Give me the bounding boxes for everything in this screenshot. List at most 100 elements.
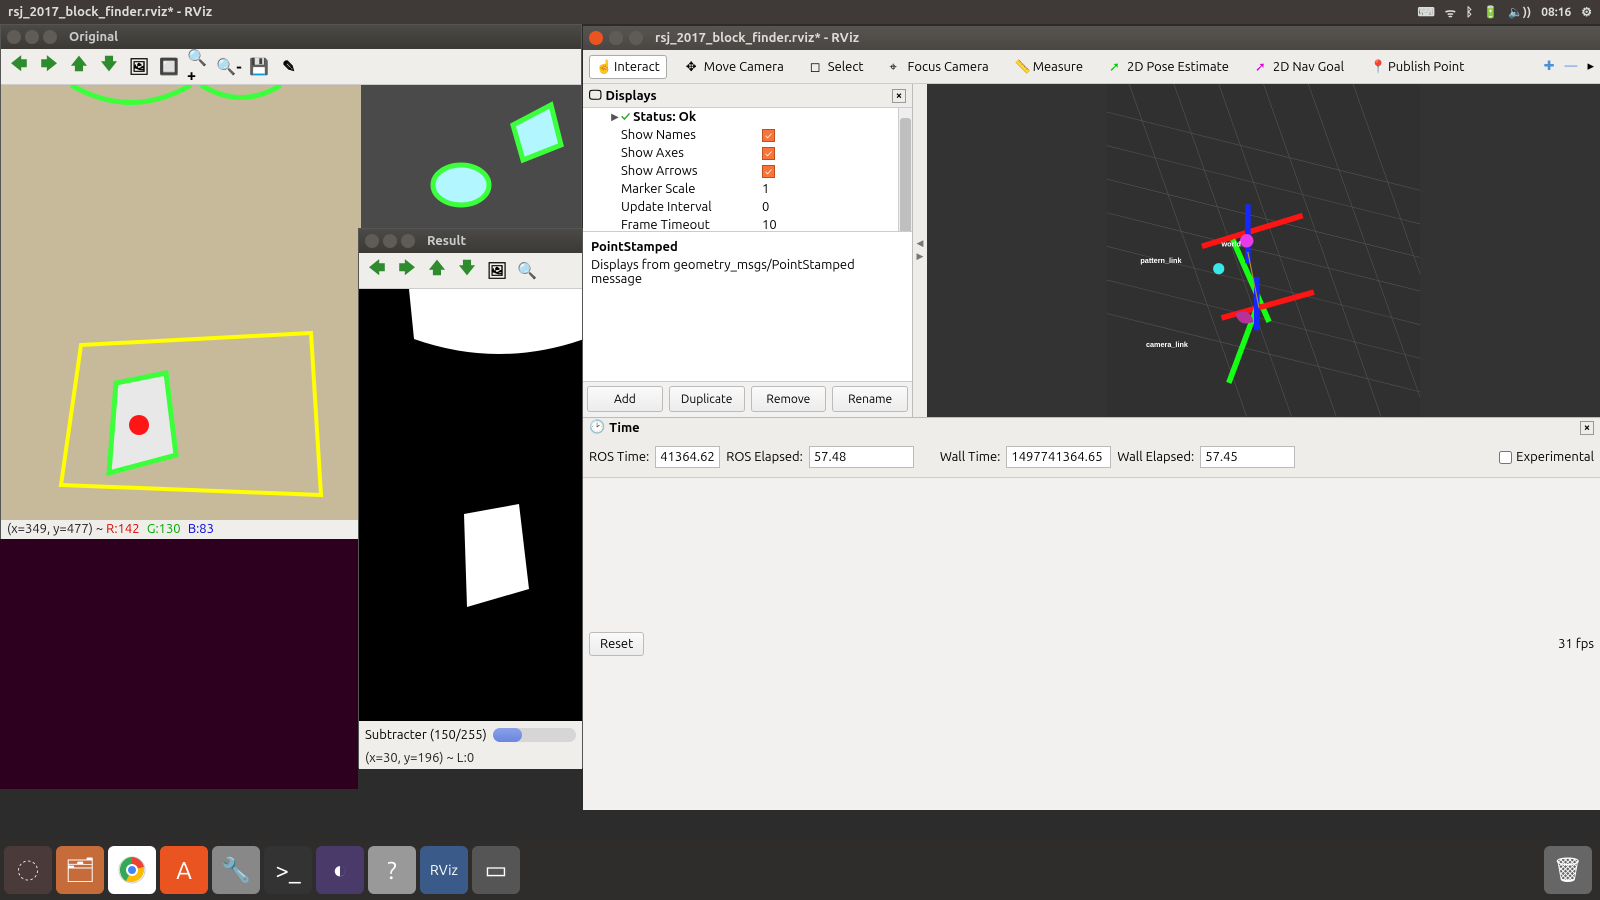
terminal-icon[interactable]: >_	[264, 846, 312, 894]
subtracter-slider[interactable]	[493, 728, 576, 742]
fps-label: 31 fps	[1558, 637, 1594, 651]
result-titlebar[interactable]: Result	[359, 229, 582, 253]
reset-button[interactable]: Reset	[589, 632, 644, 656]
clock-icon: 🕑	[589, 420, 605, 435]
scrollbar[interactable]	[898, 108, 912, 231]
zoomout-icon[interactable]: 🔍-	[217, 55, 241, 79]
maximize-icon[interactable]	[43, 30, 57, 44]
close-panel-icon[interactable]: ×	[1580, 421, 1594, 435]
minimize-icon[interactable]	[609, 31, 623, 45]
select-tool[interactable]: ◻Select	[803, 55, 871, 79]
displays-tree[interactable]: ▶✓Status: Ok Show Names✓ Show Axes✓ Show…	[583, 108, 912, 231]
nav-goal-tool[interactable]: ➚2D Nav Goal	[1248, 55, 1351, 79]
unity-launcher: ◌ 🗂 A 🔧 >_ ◐ ? RViz ▭ 🗑	[0, 840, 1600, 900]
expand-icon[interactable]: ▸	[1587, 59, 1594, 74]
panel-splitter[interactable]: ◀▶	[913, 84, 927, 417]
rviz-launcher-icon[interactable]: RViz	[420, 846, 468, 894]
close-icon[interactable]	[7, 30, 21, 44]
minimize-icon[interactable]	[383, 234, 397, 248]
focus-icon: ⌖	[890, 60, 904, 74]
result-title: Result	[421, 234, 466, 248]
add-icon[interactable]: ✚	[1544, 59, 1555, 74]
software-icon[interactable]: A	[160, 846, 208, 894]
pin-icon: 📍	[1370, 60, 1384, 74]
close-icon[interactable]	[589, 31, 603, 45]
result-toolbar: 🡄 🡆 🡅 🡇 🖼 🔍	[359, 253, 582, 289]
result-view[interactable]	[359, 289, 582, 721]
prev-icon[interactable]: 🡄	[365, 259, 389, 283]
svg-text:camera_link: camera_link	[1146, 340, 1189, 349]
time-panel: 🕑 Time × ROS Time: ROS Elapsed: Wall Tim…	[583, 417, 1600, 477]
interact-tool[interactable]: ☝Interact	[589, 55, 667, 79]
wall-time-label: Wall Time:	[940, 450, 1001, 464]
settings-icon[interactable]: 🔧	[212, 846, 260, 894]
files-icon[interactable]: 🗂	[56, 846, 104, 894]
hand-icon: ☝	[596, 60, 610, 74]
rviz-title: rsj_2017_block_finder.rviz* - RViz	[649, 31, 859, 45]
measure-tool[interactable]: 📏Measure	[1008, 55, 1090, 79]
zoomfit-icon[interactable]: 🔲	[157, 55, 181, 79]
original-titlebar[interactable]: Original	[1, 25, 581, 49]
up-icon[interactable]: 🡅	[67, 55, 91, 79]
prev-icon[interactable]: 🡄	[7, 55, 31, 79]
clock[interactable]: 08:16	[1541, 6, 1571, 19]
trash-icon[interactable]: 🗑	[1544, 846, 1592, 894]
zoomin-icon[interactable]: 🔍+	[187, 55, 211, 79]
ros-elapsed-field[interactable]	[809, 446, 914, 468]
workspace-icon[interactable]: ▭	[472, 846, 520, 894]
dash-icon[interactable]: ◌	[4, 846, 52, 894]
maximize-icon[interactable]	[629, 31, 643, 45]
gear-icon[interactable]: ⚙	[1581, 5, 1592, 19]
add-button[interactable]: Add	[587, 386, 663, 412]
eclipse-icon[interactable]: ◐	[316, 846, 364, 894]
minimize-icon[interactable]	[25, 30, 39, 44]
wifi-icon[interactable]: ᯤ	[1445, 4, 1456, 21]
down-icon[interactable]: 🡇	[455, 259, 479, 283]
result-window: Result 🡄 🡆 🡅 🡇 🖼 🔍 Subtracter (150/255) …	[358, 228, 583, 768]
subtracter-label: Subtracter (150/255)	[365, 728, 487, 742]
autosize-icon[interactable]: 🖼	[485, 259, 509, 283]
keyboard-icon[interactable]: ⌨	[1418, 5, 1435, 19]
move-camera-tool[interactable]: ✥Move Camera	[679, 55, 791, 79]
rename-button[interactable]: Rename	[832, 386, 908, 412]
select-icon: ◻	[810, 60, 824, 74]
save-icon[interactable]: 💾	[247, 55, 271, 79]
down-icon[interactable]: 🡇	[97, 55, 121, 79]
up-icon[interactable]: 🡅	[425, 259, 449, 283]
help-icon[interactable]: ?	[368, 846, 416, 894]
remove-button[interactable]: Remove	[751, 386, 827, 412]
description-panel: PointStamped Displays from geometry_msgs…	[583, 231, 912, 381]
ruler-icon: 📏	[1015, 60, 1029, 74]
ros-time-field[interactable]	[655, 446, 720, 468]
close-icon[interactable]	[365, 234, 379, 248]
next-icon[interactable]: 🡆	[37, 55, 61, 79]
svg-text:pattern_link: pattern_link	[1140, 256, 1182, 265]
pose-estimate-tool[interactable]: ➚2D Pose Estimate	[1102, 55, 1236, 79]
wall-time-field[interactable]	[1006, 446, 1111, 468]
maximize-icon[interactable]	[401, 234, 415, 248]
remove-icon[interactable]: —	[1565, 59, 1578, 74]
focus-camera-tool[interactable]: ⌖Focus Camera	[883, 55, 996, 79]
publish-point-tool[interactable]: 📍Publish Point	[1363, 55, 1471, 79]
next-icon[interactable]: 🡆	[395, 259, 419, 283]
duplicate-button[interactable]: Duplicate	[669, 386, 745, 412]
system-indicators: ⌨ ᯤ ᛒ 🔋 🔈)) 08:16 ⚙	[1418, 4, 1593, 21]
rviz-titlebar[interactable]: rsj_2017_block_finder.rviz* - RViz	[583, 26, 1600, 50]
info-icon[interactable]: ✎	[277, 55, 301, 79]
active-window-title: rsj_2017_block_finder.rviz* - RViz	[8, 5, 1418, 19]
chrome-icon[interactable]	[108, 846, 156, 894]
experimental-checkbox[interactable]	[1499, 451, 1512, 464]
autosize-icon[interactable]: 🖼	[127, 55, 151, 79]
battery-icon[interactable]: 🔋	[1483, 5, 1498, 19]
wall-elapsed-field[interactable]	[1200, 446, 1295, 468]
monitor-icon: 🖵	[589, 88, 602, 103]
displays-header[interactable]: 🖵 Displays ×	[583, 84, 912, 108]
result-status: (x=30, y=196) ~ L:0	[359, 749, 582, 769]
terminal-background	[0, 539, 358, 789]
bluetooth-icon[interactable]: ᛒ	[1466, 6, 1473, 19]
zoomin-icon[interactable]: 🔍	[515, 259, 539, 283]
sound-icon[interactable]: 🔈))	[1508, 5, 1531, 19]
rviz-3d-view[interactable]: world pattern_link camera_link	[927, 84, 1600, 417]
close-panel-icon[interactable]: ×	[892, 89, 906, 103]
time-header[interactable]: 🕑 Time ×	[583, 418, 1600, 438]
